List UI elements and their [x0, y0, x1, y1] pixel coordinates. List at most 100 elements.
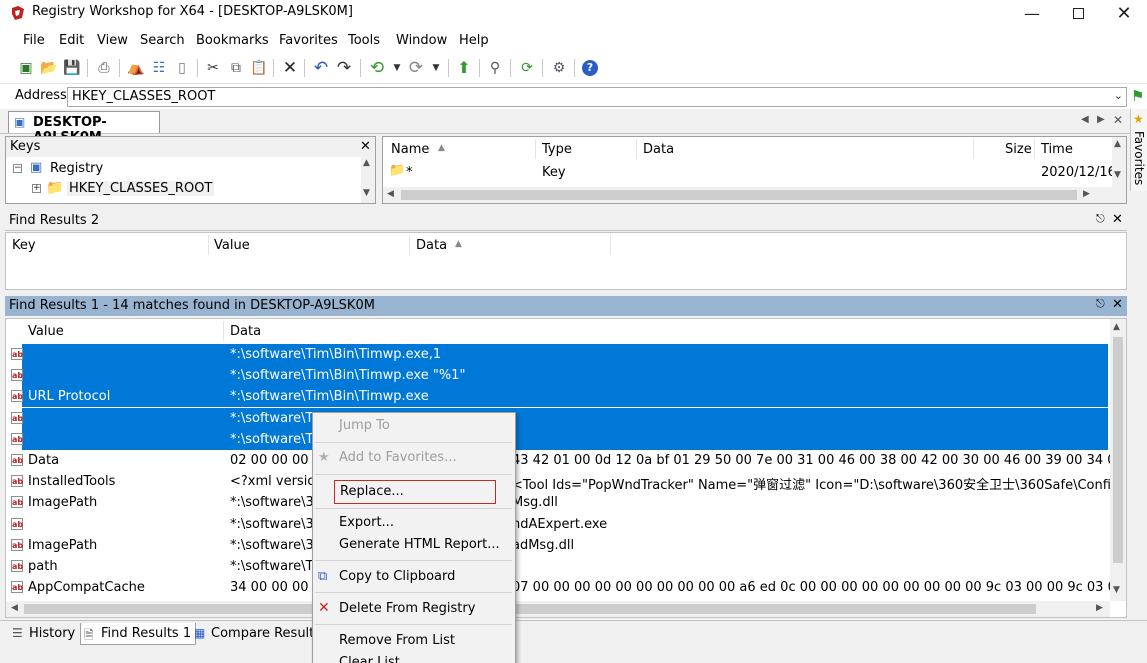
- menu-bookmarks[interactable]: Bookmarks: [196, 33, 269, 48]
- col-value[interactable]: Value: [214, 238, 250, 253]
- col-time[interactable]: Time: [1041, 142, 1073, 157]
- connect-icon[interactable]: ▣: [16, 58, 36, 78]
- network-icon[interactable]: ☷: [149, 58, 169, 78]
- find1-horizontal-scrollbar[interactable]: ◀ ▶: [6, 601, 1110, 617]
- menu-copy-to-clipboard[interactable]: ⧉ Copy to Clipboard: [313, 566, 514, 588]
- redo-icon[interactable]: ↷: [334, 58, 354, 78]
- find1-row[interactable]: ab *:\software\Tim\Bin\Timwp.exe,1: [6, 344, 1110, 365]
- find1-row[interactable]: ab URL Protocol *:\software\Tim\Bin\Timwp.…: [6, 386, 1110, 408]
- forward-dropdown-icon[interactable]: ▼: [426, 58, 446, 78]
- col-data[interactable]: Data: [643, 142, 674, 157]
- menu-file[interactable]: File: [23, 33, 45, 48]
- menu-favorites[interactable]: Favorites: [279, 33, 338, 48]
- chevron-down-icon[interactable]: ⌄: [1114, 89, 1123, 102]
- find1-row[interactable]: ab ImagePath *:\software\36 Msg.dll: [6, 492, 1110, 513]
- forward-icon[interactable]: ⟳: [406, 58, 426, 78]
- find1-row[interactable]: ab path *:\software\Tim: [6, 556, 1110, 577]
- tab-scroll-right-icon[interactable]: ▶: [1097, 114, 1105, 125]
- refresh-icon[interactable]: ⟳: [517, 58, 537, 78]
- col-type[interactable]: Type: [542, 142, 572, 157]
- menu-edit[interactable]: Edit: [59, 33, 84, 48]
- find1-vertical-scrollbar[interactable]: ▲ ▼: [1110, 319, 1126, 601]
- maximize-button[interactable]: [1055, 0, 1101, 26]
- find1-row[interactable]: ab AppCompatCache 34 00 00 00 af 07 00 00 0…: [6, 577, 1110, 598]
- minimize-button[interactable]: —: [1009, 0, 1055, 26]
- favorites-side-tab[interactable]: ★ Favorites: [1130, 109, 1147, 191]
- close-button[interactable]: ✕: [1101, 0, 1147, 26]
- delete-icon[interactable]: ✕: [280, 58, 300, 78]
- tab-find-results-1[interactable]: 🗎 Find Results 1: [80, 623, 197, 645]
- menu-clear-list[interactable]: Clear List: [313, 652, 514, 663]
- tab-desktop[interactable]: ▣ DESKTOP-A9LSK0M: [8, 111, 160, 145]
- window-title: Registry Workshop for X64 - [DESKTOP-A9L…: [32, 4, 353, 19]
- tree-expand-registry[interactable]: −: [13, 164, 22, 173]
- tab-scroll-left-icon[interactable]: ◀: [1081, 114, 1089, 125]
- pin-icon[interactable]: ⎋: [1096, 297, 1105, 311]
- address-input[interactable]: HKEY_CLASSES_ROOT ⌄: [67, 87, 1127, 107]
- cut-icon[interactable]: ✂: [203, 58, 223, 78]
- find1-row[interactable]: ab ImagePath *:\software\36 adMsg.dll: [6, 535, 1110, 556]
- scroll-thumb[interactable]: [1113, 337, 1123, 563]
- tree-item-registry[interactable]: Registry: [50, 161, 103, 176]
- app-logo-icon: [10, 5, 26, 21]
- find1-row[interactable]: ab Data 02 00 00 00 e2 43 42 01 00 0d 12 0a…: [6, 450, 1110, 471]
- find1-row[interactable]: ab InstalledTools <?xml version <Tool Ids="…: [6, 471, 1110, 493]
- find-icon[interactable]: ⚲: [485, 58, 505, 78]
- open-folder-icon[interactable]: 📂: [39, 58, 59, 78]
- menu-delete-from-registry[interactable]: ✕ Delete From Registry: [313, 598, 514, 620]
- find1-close-icon[interactable]: ✕: [1112, 297, 1123, 312]
- find2-close-icon[interactable]: ✕: [1112, 212, 1123, 227]
- col-key[interactable]: Key: [12, 238, 36, 253]
- col-size[interactable]: Size: [1005, 142, 1032, 157]
- col-value[interactable]: Value: [28, 324, 64, 339]
- disk-icon[interactable]: ▯: [172, 58, 192, 78]
- scroll-thumb[interactable]: [24, 604, 1036, 614]
- menu-generate-html-report[interactable]: Generate HTML Report...: [313, 534, 514, 556]
- menu-remove-from-list[interactable]: Remove From List: [313, 630, 514, 652]
- scroll-thumb[interactable]: [401, 190, 1077, 200]
- col-name[interactable]: Name: [391, 142, 429, 157]
- menu-replace[interactable]: Replace...: [334, 480, 496, 504]
- find1-row[interactable]: ab *:\software\Tim\Bin\Timwp.exe "%1": [6, 365, 1110, 387]
- menu-add-to-favorites[interactable]: ★ Add to Favorites...: [313, 447, 514, 469]
- value-time: 2020/12/16: [1041, 165, 1116, 180]
- tab-history[interactable]: ☰ History: [9, 623, 79, 645]
- go-icon[interactable]: ⚑: [1131, 87, 1144, 105]
- col-data[interactable]: Data: [230, 324, 261, 339]
- find1-row[interactable]: ab *:\software\Tim: [6, 407, 1110, 429]
- menu-window[interactable]: Window: [396, 33, 447, 48]
- save-icon[interactable]: 💾: [62, 58, 82, 78]
- menu-jump-to[interactable]: Jump To: [313, 415, 514, 437]
- menu-export[interactable]: Export...: [313, 512, 514, 534]
- value-name[interactable]: *: [406, 165, 413, 180]
- go-up-icon[interactable]: ⬆: [454, 58, 474, 78]
- menu-view[interactable]: View: [97, 33, 128, 48]
- tab-close-icon[interactable]: ✕: [1113, 113, 1123, 127]
- keys-close-icon[interactable]: ✕: [360, 139, 371, 154]
- menu-tools[interactable]: Tools: [348, 33, 380, 48]
- find2-list: Key Value Data ▲: [5, 232, 1127, 290]
- back-icon[interactable]: ⟲: [367, 58, 387, 78]
- copy-icon[interactable]: ⧉: [226, 58, 246, 78]
- find1-row[interactable]: ab *:\software\36 ndAExpert.exe: [6, 514, 1110, 535]
- back-dropdown-icon[interactable]: ▼: [387, 58, 407, 78]
- pin-icon[interactable]: ⎋: [1096, 212, 1105, 226]
- values-vertical-scrollbar[interactable]: ▲ ▼: [1112, 137, 1126, 203]
- help-icon[interactable]: ?: [580, 58, 600, 78]
- tree-item-hkey-classes-root[interactable]: HKEY_CLASSES_ROOT: [67, 181, 215, 196]
- values-horizontal-scrollbar[interactable]: ◀ ▶: [383, 187, 1112, 203]
- undo-icon[interactable]: ↶: [311, 58, 331, 78]
- keys-vertical-scrollbar[interactable]: ▲ ▼: [361, 157, 375, 203]
- selection-highlight: [22, 407, 1108, 429]
- menu-search[interactable]: Search: [140, 33, 185, 48]
- options-gear-icon[interactable]: ⚙: [549, 58, 569, 78]
- paste-icon[interactable]: 📋: [249, 58, 269, 78]
- tab-compare-results[interactable]: ▦ Compare Results: [191, 623, 325, 645]
- menu-help[interactable]: Help: [459, 33, 489, 48]
- col-data[interactable]: Data: [416, 238, 447, 253]
- find1-row[interactable]: ab *:\software\Tim: [6, 428, 1110, 450]
- tree-expand-hkcr[interactable]: +: [32, 184, 41, 193]
- registry-icon[interactable]: ⛺: [126, 58, 146, 78]
- print-icon[interactable]: ⎙: [94, 58, 114, 78]
- folder-icon: 📁: [46, 180, 64, 196]
